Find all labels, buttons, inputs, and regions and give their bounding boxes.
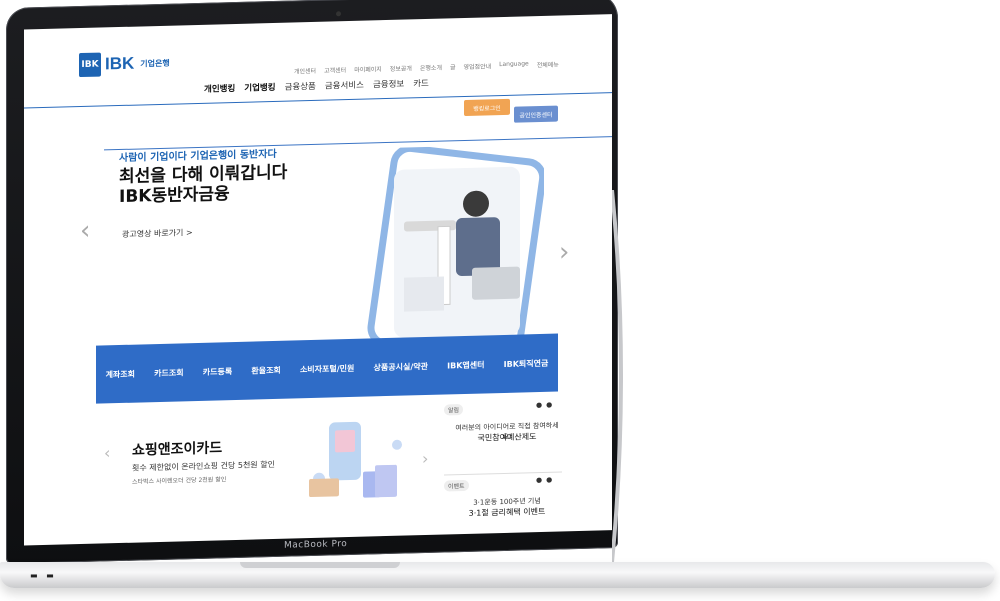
laptop-bezel: IBK IBK 기업은행 개인센터 고객센터 마이페이지 정보공개 은행소개 글… — [6, 0, 618, 564]
hero-title: 최선을 다해 이뤄갑니다 IBK동반자금융 — [119, 162, 288, 208]
quick-item[interactable]: 환율조회 — [251, 364, 280, 376]
certificate-center-button[interactable]: 공인인증센터 — [514, 105, 558, 123]
card-subtext: 스타벅스 사이렌오더 건당 2천원 할인 — [132, 476, 227, 486]
menu-item[interactable]: 기업뱅킹 — [244, 81, 275, 94]
notice-pagination[interactable]: ●● — [536, 401, 556, 410]
card-title: 쇼핑앤조이카드 — [132, 440, 223, 459]
util-link[interactable]: 마이페이지 — [354, 64, 382, 74]
menu-item[interactable]: 개인뱅킹 — [204, 82, 235, 95]
carousel-prev-icon[interactable]: ‹ — [80, 216, 90, 246]
utility-links: 개인센터 고객센터 마이페이지 정보공개 은행소개 글 영업점안내 Langua… — [294, 60, 559, 76]
laptop-base: ▬ ▬ — [0, 562, 995, 588]
device-label: MacBook Pro — [284, 539, 348, 551]
card-next-icon[interactable]: › — [422, 449, 428, 468]
quick-item[interactable]: 카드조회 — [154, 367, 183, 379]
card-description: 횟수 제한없이 온라인쇼핑 건당 5천원 할인 — [132, 459, 275, 473]
banking-login-button[interactable]: 뱅킹로그인 — [464, 98, 510, 117]
quick-item[interactable]: 카드등록 — [203, 366, 232, 378]
shopping-card-image — [309, 421, 402, 498]
camera — [336, 11, 341, 17]
event-line2[interactable]: 3·1절 금리혜택 이벤트 — [454, 505, 560, 519]
carousel-next-icon[interactable]: › — [559, 237, 569, 267]
util-link[interactable]: 글 — [450, 62, 456, 71]
logo-mark-icon: IBK — [79, 52, 101, 78]
quick-item[interactable]: 소비자포털/민원 — [300, 362, 354, 374]
logo-text: IBK — [105, 53, 135, 74]
top-navigation: IBK IBK 기업은행 개인센터 고객센터 마이페이지 정보공개 은행소개 글… — [24, 14, 612, 95]
hero-image — [367, 144, 544, 359]
notice-line2[interactable]: 국민참여예산제도 — [454, 430, 560, 444]
ports-icon: ▬ ▬ — [30, 571, 57, 580]
main-menu: 개인뱅킹 기업뱅킹 금융상품 금융서비스 금융정보 카드 — [204, 77, 429, 95]
quick-item[interactable]: 계좌조회 — [106, 368, 135, 380]
quick-item[interactable]: IBK퇴직연금 — [504, 357, 549, 369]
site-logo[interactable]: IBK IBK 기업은행 — [79, 51, 170, 78]
event-tag: 이벤트 — [444, 479, 469, 492]
hero-subtitle: 사람이 기업이다 기업은행이 동반자다 — [119, 148, 277, 165]
notice-tag: 알림 — [444, 404, 464, 416]
util-link[interactable]: 개인센터 — [294, 66, 316, 76]
logo-sub: 기업은행 — [140, 58, 170, 68]
util-link[interactable]: Language — [499, 60, 529, 70]
quick-menu-bar: 계좌조회 카드조회 카드등록 환율조회 소비자포털/민원 상품공시실/약관 IB… — [96, 333, 558, 404]
util-link[interactable]: 정보공개 — [390, 63, 412, 73]
util-link[interactable]: 은행소개 — [420, 63, 442, 73]
menu-item[interactable]: 금융서비스 — [325, 79, 364, 92]
laptop-lid-side — [612, 190, 623, 563]
menu-item[interactable]: 금융상품 — [285, 80, 316, 93]
screen: IBK IBK 기업은행 개인센터 고객센터 마이페이지 정보공개 은행소개 글… — [24, 14, 612, 546]
util-link[interactable]: 고객센터 — [324, 65, 346, 75]
util-link[interactable]: 영업점안내 — [464, 61, 492, 71]
laptop: IBK IBK 기업은행 개인센터 고객센터 마이페이지 정보공개 은행소개 글… — [0, 0, 1000, 601]
event-pagination[interactable]: ●● — [536, 476, 556, 485]
card-prev-icon[interactable]: ‹ — [104, 443, 110, 462]
menu-item[interactable]: 금융정보 — [373, 78, 404, 91]
base-notch — [240, 562, 400, 568]
menu-item[interactable]: 카드 — [413, 77, 429, 89]
util-link[interactable]: 전체메뉴 — [537, 60, 559, 70]
quick-item[interactable]: IBK앱센터 — [447, 359, 484, 371]
ad-video-link[interactable]: 광고영상 바로가기 > — [122, 227, 193, 240]
quick-item[interactable]: 상품공시실/약관 — [374, 360, 428, 372]
